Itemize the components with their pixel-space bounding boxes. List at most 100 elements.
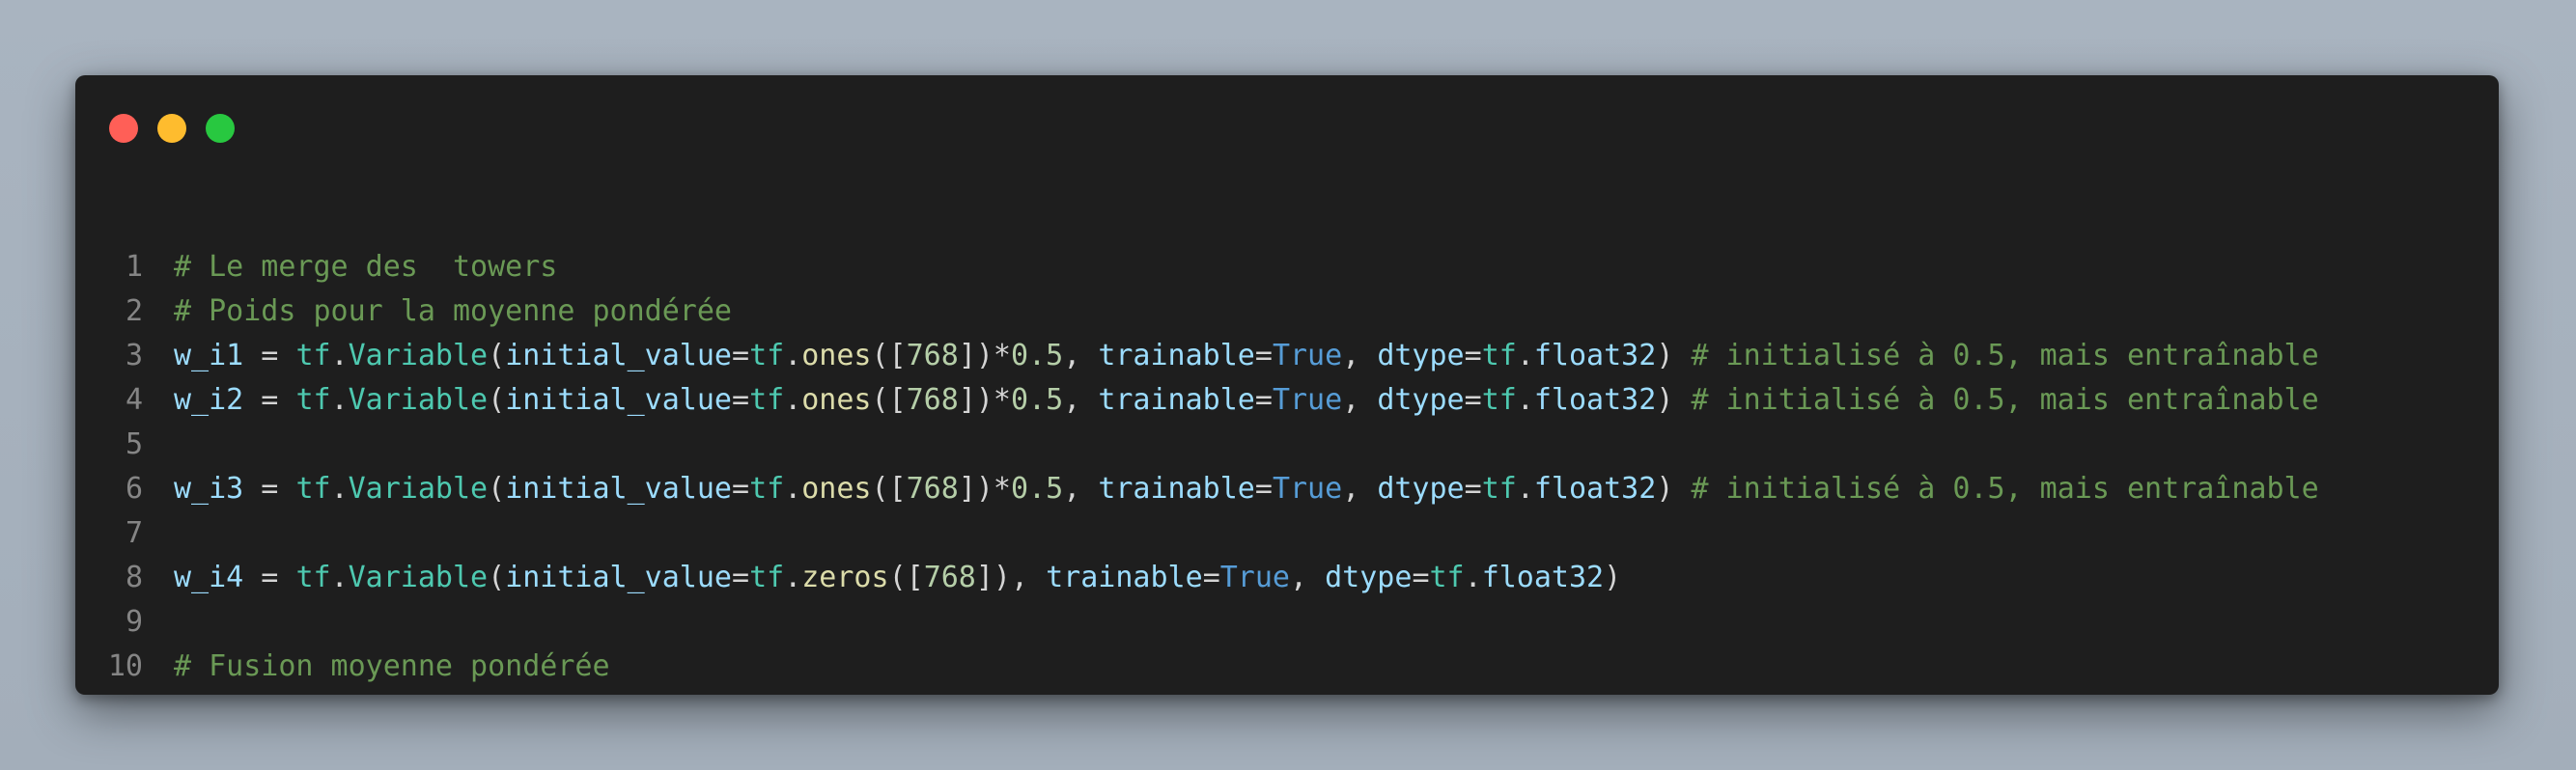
punctuation-token: = xyxy=(243,472,296,506)
line-text: w_i2 = tf.Variable(initial_value=tf.ones… xyxy=(174,378,2319,423)
function-token: ones xyxy=(801,339,872,372)
punctuation-token: [ xyxy=(1726,694,1744,695)
punctuation-token: . xyxy=(784,472,802,506)
class-token: tf xyxy=(749,561,785,594)
punctuation-token: = xyxy=(732,339,750,372)
punctuation-token: = xyxy=(732,472,750,506)
code-line: 11 moyenne = Lambda(lambda features: w_i1… xyxy=(75,689,2499,695)
keyword-token: True xyxy=(1219,561,1290,594)
maximize-button[interactable] xyxy=(206,114,235,143)
number-token: 0 xyxy=(1046,694,1063,695)
line-number: 6 xyxy=(125,472,143,506)
punctuation-token: , xyxy=(1342,472,1378,506)
comment-token: # initialisé à 0.5, mais entraînable xyxy=(1691,339,2319,372)
punctuation-token: = xyxy=(1412,561,1430,594)
identifier-token: trainable xyxy=(1046,561,1203,594)
identifier-token: w_i1 xyxy=(767,694,836,695)
identifier-token: w_i1 xyxy=(174,339,244,372)
class-token: tf xyxy=(1429,561,1465,594)
number-token: 768 xyxy=(906,339,959,372)
punctuation-token: ]), xyxy=(975,561,1047,594)
line-number: 10 xyxy=(107,649,143,683)
identifier-token: w_i4 xyxy=(1796,694,1865,695)
line-number: 4 xyxy=(125,383,143,417)
punctuation-token: = xyxy=(1464,339,1482,372)
punctuation-token: . xyxy=(1516,339,1534,372)
code-line: 7 xyxy=(75,511,2499,556)
code-line: 8 w_i4 = tf.Variable(initial_value=tf.zer… xyxy=(75,556,2499,600)
identifier-token: dtype xyxy=(1377,383,1465,417)
punctuation-token: ([ xyxy=(888,561,924,594)
punctuation-token: * xyxy=(1569,694,1586,695)
punctuation-token: , xyxy=(1290,561,1326,594)
class-token: tf xyxy=(749,472,785,506)
identifier-token: dtype xyxy=(1377,472,1465,506)
identifier-token: trainable xyxy=(1098,383,1255,417)
line-number: 1 xyxy=(125,250,143,284)
punctuation-token: . xyxy=(1516,472,1534,506)
punctuation-token: . xyxy=(1516,383,1534,417)
identifier-token: trainable xyxy=(1098,472,1255,506)
punctuation-token: = xyxy=(243,339,296,372)
punctuation-token: ( xyxy=(488,339,506,372)
identifier-token: input_ xyxy=(2231,694,2336,695)
punctuation-token: = xyxy=(1254,339,1273,372)
identifier-token: initial_value xyxy=(505,383,732,417)
close-button[interactable] xyxy=(109,114,138,143)
identifier-token: input_2 xyxy=(2075,694,2197,695)
identifier-token: float32 xyxy=(1533,472,1657,506)
line-number: 9 xyxy=(125,605,143,639)
punctuation-token: )([ xyxy=(1865,694,1918,695)
keyword-token: lambda xyxy=(470,694,574,695)
punctuation-token: = xyxy=(243,383,296,417)
punctuation-token xyxy=(574,694,592,695)
code-line: 5 xyxy=(75,423,2499,467)
function-token: zeros xyxy=(801,561,889,594)
punctuation-token: ]+ xyxy=(1761,694,1796,695)
punctuation-token: ([ xyxy=(871,472,907,506)
class-token: tf xyxy=(749,383,785,417)
code-line: 6 w_i3 = tf.Variable(initial_value=tf.one… xyxy=(75,467,2499,511)
identifier-token: moyenne xyxy=(174,694,295,695)
class-token: tf xyxy=(1481,383,1517,417)
identifier-token: float32 xyxy=(1481,561,1605,594)
line-text: w_i4 = tf.Variable(initial_value=tf.zero… xyxy=(174,556,1621,600)
punctuation-token: , xyxy=(2197,694,2231,695)
minimize-button[interactable] xyxy=(157,114,186,143)
punctuation-token: . xyxy=(784,339,802,372)
class-token: tf xyxy=(1481,472,1517,506)
line-text: w_i3 = tf.Variable(initial_value=tf.ones… xyxy=(174,467,2319,511)
identifier-token: features xyxy=(1255,694,1395,695)
punctuation-token: ])* xyxy=(958,472,1011,506)
class-token: tf xyxy=(749,339,785,372)
class-token: tf xyxy=(295,339,331,372)
class-token: Variable xyxy=(348,383,489,417)
punctuation-token: . xyxy=(330,383,349,417)
comment-token: # Fusion moyenne pondérée xyxy=(174,649,610,683)
punctuation-token: ( xyxy=(488,472,506,506)
punctuation-token: ) xyxy=(1604,561,1622,594)
punctuation-token: = Lambda( xyxy=(295,694,470,695)
identifier-token: dtype xyxy=(1377,339,1465,372)
punctuation-token: . xyxy=(784,383,802,417)
punctuation-token: = xyxy=(1464,383,1482,417)
keyword-token: True xyxy=(1272,383,1343,417)
line-number: 2 xyxy=(125,294,143,328)
punctuation-token: ([ xyxy=(871,383,907,417)
class-token: Variable xyxy=(348,561,489,594)
punctuation-token: = xyxy=(1254,383,1273,417)
line-text: # Le merge des towers xyxy=(174,245,557,289)
identifier-token: w_i2 xyxy=(174,383,244,417)
identifier-token: initial_value xyxy=(505,561,732,594)
comment-token: # Poids pour la moyenne pondérée xyxy=(174,294,732,328)
class-token: Variable xyxy=(348,472,489,506)
code-line: 10 # Fusion moyenne pondérée xyxy=(75,645,2499,689)
punctuation-token: . xyxy=(1464,561,1482,594)
punctuation-token: = xyxy=(1202,561,1220,594)
punctuation-token: . xyxy=(330,561,349,594)
window-controls xyxy=(109,114,235,143)
line-number: 5 xyxy=(125,427,143,461)
identifier-token: input_1 xyxy=(1918,694,2039,695)
number-token: 0.5 xyxy=(1011,383,1064,417)
class-token: tf xyxy=(1481,339,1517,372)
